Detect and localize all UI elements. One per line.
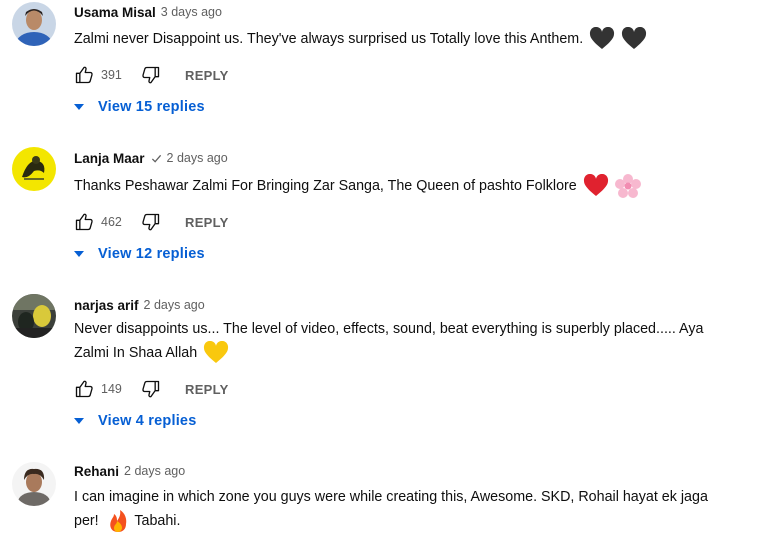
comment-text-line: Zalmi In Shaa Allah bbox=[74, 341, 764, 365]
view-replies-button[interactable]: View 4 replies bbox=[72, 410, 196, 432]
comment-timestamp[interactable]: 2 days ago bbox=[124, 464, 185, 478]
red-heart-emoji bbox=[583, 174, 609, 198]
fire-emoji bbox=[105, 509, 131, 533]
reply-button[interactable]: REPLY bbox=[185, 68, 229, 83]
like-button[interactable] bbox=[74, 212, 94, 232]
comment-text-content: Zalmi never Disappoint us. They've alway… bbox=[74, 30, 584, 47]
comment-timestamp[interactable]: 2 days ago bbox=[167, 151, 228, 165]
comment-header: Rehani 2 days ago bbox=[74, 462, 185, 480]
avatar[interactable] bbox=[12, 147, 56, 191]
avatar[interactable] bbox=[12, 294, 56, 338]
caret-down-icon bbox=[72, 249, 86, 259]
comment-text: Zalmi never Disappoint us. They've alway… bbox=[74, 27, 764, 51]
thumbs-down-icon bbox=[142, 380, 160, 398]
comment-text-line: Never disappoints us... The level of vid… bbox=[74, 321, 704, 337]
verified-check-icon bbox=[151, 153, 162, 164]
reply-button[interactable]: REPLY bbox=[185, 215, 229, 230]
black-heart-emoji bbox=[621, 27, 647, 51]
like-button[interactable] bbox=[74, 65, 94, 85]
cherry-blossom-emoji bbox=[614, 174, 641, 198]
avatar[interactable] bbox=[12, 462, 56, 506]
comment-actions: 462 REPLY bbox=[74, 212, 229, 232]
avatar[interactable] bbox=[12, 2, 56, 46]
thumbs-up-icon bbox=[75, 66, 93, 84]
thumbs-up-icon bbox=[75, 213, 93, 231]
like-count: 391 bbox=[101, 68, 122, 82]
author-name[interactable]: Lanja Maar bbox=[74, 151, 145, 166]
author-name[interactable]: Usama Misal bbox=[74, 5, 156, 20]
like-button[interactable] bbox=[74, 379, 94, 399]
comment-header: narjas arif 2 days ago bbox=[74, 296, 205, 314]
comment-text: Never disappoints us... The level of vid… bbox=[74, 318, 764, 365]
comment-text: Thanks Peshawar Zalmi For Bringing Zar S… bbox=[74, 174, 764, 198]
comment-header: Lanja Maar 2 days ago bbox=[74, 149, 228, 167]
comment-text-line: per! Tabahi. bbox=[74, 509, 764, 533]
thumbs-down-icon bbox=[142, 66, 160, 84]
caret-down-icon bbox=[72, 416, 86, 426]
comment-timestamp[interactable]: 2 days ago bbox=[144, 298, 205, 312]
dislike-button[interactable] bbox=[141, 212, 161, 232]
dislike-button[interactable] bbox=[141, 379, 161, 399]
like-count: 149 bbox=[101, 382, 122, 396]
comment-text-content: Zalmi In Shaa Allah bbox=[74, 344, 198, 361]
reply-button[interactable]: REPLY bbox=[185, 382, 229, 397]
thumbs-up-icon bbox=[75, 380, 93, 398]
author-name[interactable]: narjas arif bbox=[74, 298, 139, 313]
dislike-button[interactable] bbox=[141, 65, 161, 85]
comment-header: Usama Misal 3 days ago bbox=[74, 3, 222, 21]
view-replies-label: View 12 replies bbox=[98, 246, 205, 262]
comment-actions: 149 REPLY bbox=[74, 379, 229, 399]
yellow-heart-emoji bbox=[203, 341, 229, 365]
black-heart-emoji bbox=[589, 27, 615, 51]
view-replies-button[interactable]: View 12 replies bbox=[72, 243, 205, 265]
caret-down-icon bbox=[72, 102, 86, 112]
comment-text: I can imagine in which zone you guys wer… bbox=[74, 486, 764, 533]
comment-timestamp[interactable]: 3 days ago bbox=[161, 5, 222, 19]
comment-text-content: Thanks Peshawar Zalmi For Bringing Zar S… bbox=[74, 177, 577, 194]
thumbs-down-icon bbox=[142, 213, 160, 231]
like-count: 462 bbox=[101, 215, 122, 229]
comment-text-content: Tabahi. bbox=[134, 512, 181, 529]
view-replies-label: View 15 replies bbox=[98, 99, 205, 115]
comment-text-line: I can imagine in which zone you guys wer… bbox=[74, 489, 708, 505]
view-replies-label: View 4 replies bbox=[98, 413, 197, 429]
comment-text-content: per! bbox=[74, 512, 99, 529]
view-replies-button[interactable]: View 15 replies bbox=[72, 96, 205, 118]
author-name[interactable]: Rehani bbox=[74, 464, 119, 479]
comment-actions: 391 REPLY bbox=[74, 65, 229, 85]
